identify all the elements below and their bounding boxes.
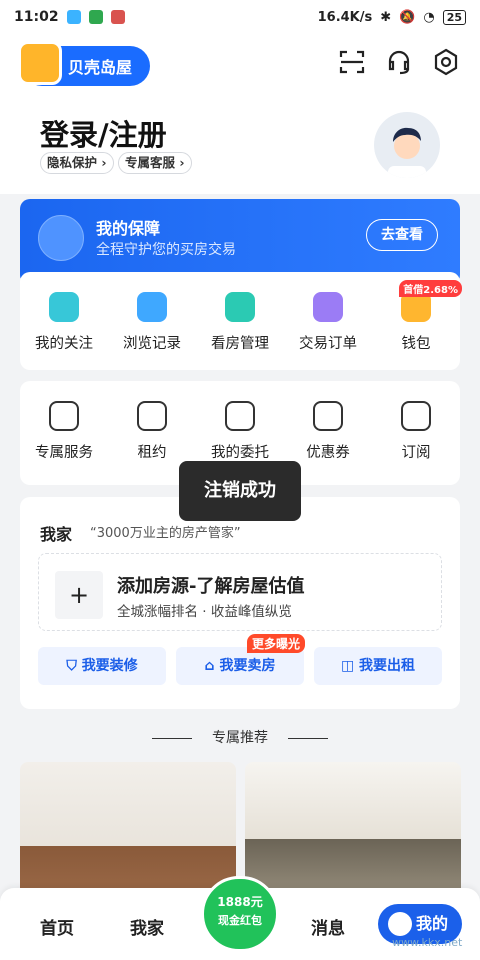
my-home-slogan: “3000万业主的房产管家” — [90, 526, 241, 541]
status-bar: 11:02 16.4K/s ✱ 🔕 ◔ 25 — [0, 0, 480, 34]
login-register-title[interactable]: 登录/注册 — [40, 112, 167, 154]
item-label: 专属服务 — [35, 445, 93, 461]
history-item[interactable]: 浏览记录 — [112, 292, 192, 353]
add-property-box[interactable]: + 添加房源-了解房屋估值 全城涨幅排名 · 收益峰值纵览 — [38, 553, 442, 631]
wallet-item[interactable]: 首借2.68% 钱包 — [376, 280, 462, 353]
item-label: 租约 — [137, 445, 167, 461]
watermark: www.kkx.net — [392, 936, 463, 949]
plus-icon: + — [55, 571, 103, 619]
property-photo[interactable] — [20, 762, 236, 902]
my-home-card: 我家 “3000万业主的房产管家” + 添加房源-了解房屋估值 全城涨幅排名 ·… — [20, 497, 460, 709]
item-label: 优惠券 — [306, 445, 350, 461]
item-label: 交易订单 — [299, 336, 357, 352]
avatar[interactable] — [374, 112, 440, 178]
battery-icon: 25 — [442, 9, 466, 25]
guarantee-title: 我的保障 — [96, 219, 161, 238]
door-icon: ◫ — [340, 658, 360, 674]
item-label: 订阅 — [401, 445, 431, 461]
grid-icon — [49, 401, 79, 431]
item-label: 我的委托 — [211, 445, 269, 461]
item-label: 浏览记录 — [123, 336, 181, 352]
clipboard-icon — [313, 292, 343, 322]
redpacket-subtitle: 现金红包 — [218, 914, 262, 927]
mute-icon: 🔕 — [399, 9, 416, 25]
recommend-section-title: 专属推荐 — [0, 727, 480, 747]
renovate-button[interactable]: ⛉ 我要装修 — [38, 647, 166, 685]
chat-icon — [137, 292, 167, 322]
ticket-icon — [313, 401, 343, 431]
cash-redpacket-button[interactable]: 1888元 现金红包 — [201, 876, 279, 952]
item-label: 看房管理 — [211, 336, 269, 352]
orders-item[interactable]: 交易订单 — [288, 292, 368, 353]
tab-messages[interactable]: 消息 — [311, 914, 345, 939]
view-guarantee-button[interactable]: 去查看 — [366, 219, 438, 251]
sell-badge: 更多曝光 — [247, 634, 306, 653]
add-property-title: 添加房源-了解房屋估值 — [117, 576, 305, 597]
item-label: 我的关注 — [35, 336, 93, 352]
toast-message: 注销成功 — [179, 461, 301, 521]
logo-text: 贝壳岛屋 — [68, 58, 133, 77]
network-speed: 16.4K/s — [317, 9, 373, 25]
guarantee-subtitle: 全程守护您的买房交易 — [96, 242, 236, 258]
lease-item[interactable]: 租约 — [112, 401, 192, 462]
customer-service-chip[interactable]: 专属客服 › — [118, 152, 192, 174]
viewing-management-item[interactable]: 看房管理 — [200, 292, 280, 353]
island-house-icon — [18, 41, 62, 85]
add-property-subtitle: 全城涨幅排名 · 收益峰值纵览 — [117, 604, 292, 620]
rent-out-button[interactable]: ◫ 我要出租 — [314, 647, 442, 685]
redpacket-value: 1888元 — [217, 895, 263, 909]
wifi-icon: ◔ — [423, 9, 435, 25]
calendar-icon — [137, 401, 167, 431]
quick-actions-card: 我的关注 浏览记录 看房管理 交易订单 首借2.68% 钱包 — [20, 272, 462, 370]
bluetooth-icon: ✱ — [380, 9, 392, 25]
headset-icon[interactable] — [384, 47, 414, 77]
heart-icon — [49, 292, 79, 322]
app-notify-icon — [88, 10, 103, 24]
property-photo[interactable] — [245, 762, 461, 902]
tab-home[interactable]: 首页 — [40, 914, 74, 939]
rent-out-label: 我要出租 — [359, 658, 416, 674]
shield-icon — [38, 215, 84, 261]
my-home-title: 我家 — [40, 525, 73, 544]
mine-icon — [388, 912, 412, 936]
privacy-chip[interactable]: 隐私保护 › — [40, 152, 114, 174]
wallet-badge: 首借2.68% — [399, 280, 462, 297]
renovate-label: 我要装修 — [81, 658, 138, 674]
follow-item[interactable]: 我的关注 — [24, 292, 104, 353]
divider — [288, 737, 328, 739]
divider — [152, 737, 192, 739]
app-notify-icon — [66, 10, 81, 24]
person-doc-icon — [225, 401, 255, 431]
mine-label: 我的 — [416, 914, 449, 933]
commission-item[interactable]: 我的委托 — [200, 401, 280, 462]
subscription-item[interactable]: 订阅 — [376, 401, 456, 462]
tab-my-home[interactable]: 我家 — [130, 914, 164, 939]
app-notify-icon — [110, 10, 125, 24]
coupon-item[interactable]: 优惠券 — [288, 401, 368, 462]
house-icon: ⌂ — [204, 658, 220, 674]
exclusive-service-item[interactable]: 专属服务 — [24, 401, 104, 462]
profile-header: 贝壳岛屋 登录/注册 隐私保护 › 专属客服 › — [0, 34, 480, 194]
recommend-title: 专属推荐 — [212, 730, 268, 746]
brush-icon: ⛉ — [66, 658, 82, 674]
bookmark-icon — [401, 401, 431, 431]
settings-icon[interactable] — [431, 47, 461, 77]
item-label: 钱包 — [401, 336, 431, 352]
app-logo: 贝壳岛屋 — [18, 41, 150, 86]
status-time: 11:02 — [14, 9, 59, 25]
scan-icon[interactable] — [337, 47, 367, 77]
camera-icon — [225, 292, 255, 322]
default-avatar-icon — [388, 127, 426, 178]
sell-label: 我要卖房 — [219, 658, 276, 674]
